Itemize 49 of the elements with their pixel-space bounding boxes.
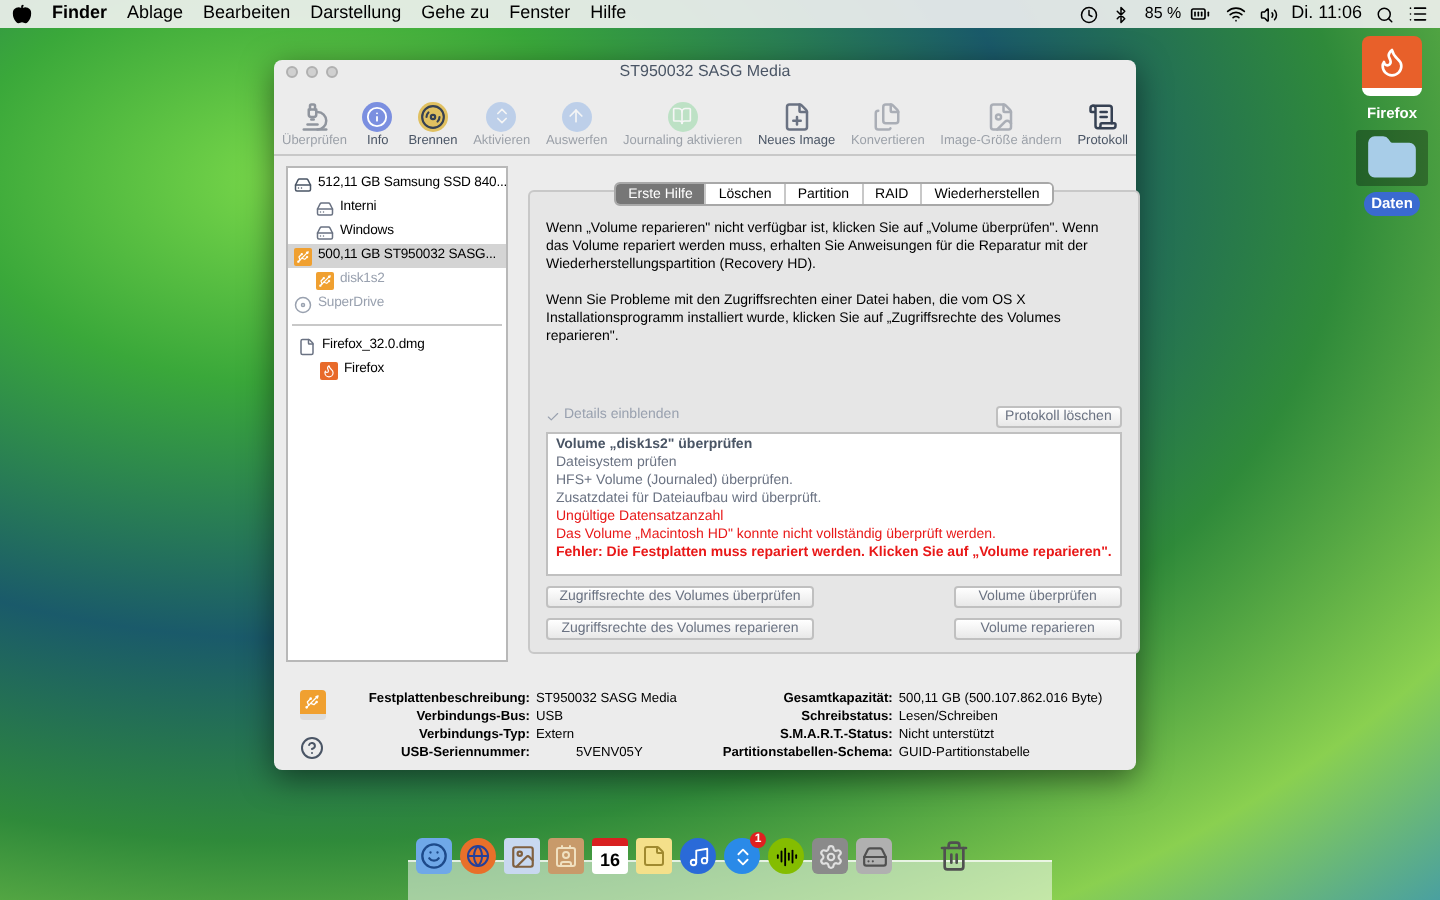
- sound-waves-icon[interactable]: [768, 838, 804, 874]
- hard-drive-icon: [294, 175, 312, 193]
- up-down-icon: [486, 101, 517, 131]
- usb-drive-icon: [316, 271, 334, 289]
- notepad-icon[interactable]: [636, 838, 672, 874]
- drive-icon: [320, 361, 338, 379]
- globe-icon[interactable]: [460, 838, 496, 874]
- list-icon[interactable]: [1408, 4, 1428, 24]
- usb-drive-icon: [294, 247, 312, 265]
- file-icon: [986, 101, 1016, 131]
- log-icon: [1087, 101, 1118, 131]
- trash-icon[interactable]: [936, 838, 972, 874]
- info-icon: [362, 101, 393, 131]
- menu-item[interactable]: Ablage: [127, 0, 184, 28]
- menu-item[interactable]: Hilfe: [590, 0, 627, 28]
- hard-drive-icon: [316, 199, 334, 217]
- wifi-icon[interactable]: [1225, 4, 1246, 24]
- search-icon[interactable]: [1376, 5, 1394, 23]
- hard-drive-icon[interactable]: [856, 838, 892, 874]
- apple-icon[interactable]: [12, 4, 32, 24]
- menu-item[interactable]: Darstellung: [310, 0, 402, 28]
- help-icon[interactable]: [300, 736, 324, 760]
- eject-icon: [561, 101, 592, 131]
- menu-item[interactable]: Finder: [52, 0, 108, 28]
- check-icon: [546, 410, 560, 424]
- menu-item[interactable]: Gehe zu: [421, 0, 490, 28]
- folder-icon[interactable]: [1356, 130, 1428, 187]
- new-file-icon: [781, 101, 812, 131]
- calendar-icon[interactable]: 16: [592, 838, 628, 874]
- menu-clock[interactable]: Di. 11:06: [1291, 0, 1362, 28]
- menu-item[interactable]: Bearbeiten: [203, 0, 291, 28]
- microscope-icon: [299, 101, 330, 131]
- battery-icon[interactable]: [1187, 4, 1212, 24]
- hard-drive-icon: [316, 223, 334, 241]
- smiley-icon[interactable]: [416, 838, 452, 874]
- volume-icon[interactable]: [1259, 5, 1278, 23]
- book-icon: [667, 101, 698, 131]
- usb-drive-icon: [299, 690, 325, 720]
- files-icon: [872, 101, 903, 131]
- music-note-icon[interactable]: [680, 838, 716, 874]
- menu-item[interactable]: Fenster: [509, 0, 571, 28]
- bluetooth-icon[interactable]: [1112, 5, 1131, 23]
- disc-icon: [294, 295, 312, 313]
- window-title: ST950032 SASG Media: [619, 60, 791, 84]
- battery-percent[interactable]: 85 %: [1144, 2, 1182, 26]
- picture-icon[interactable]: [504, 838, 540, 874]
- file-icon: [298, 337, 316, 355]
- clock-icon[interactable]: [1080, 5, 1099, 23]
- drive-icon[interactable]: [1362, 36, 1422, 96]
